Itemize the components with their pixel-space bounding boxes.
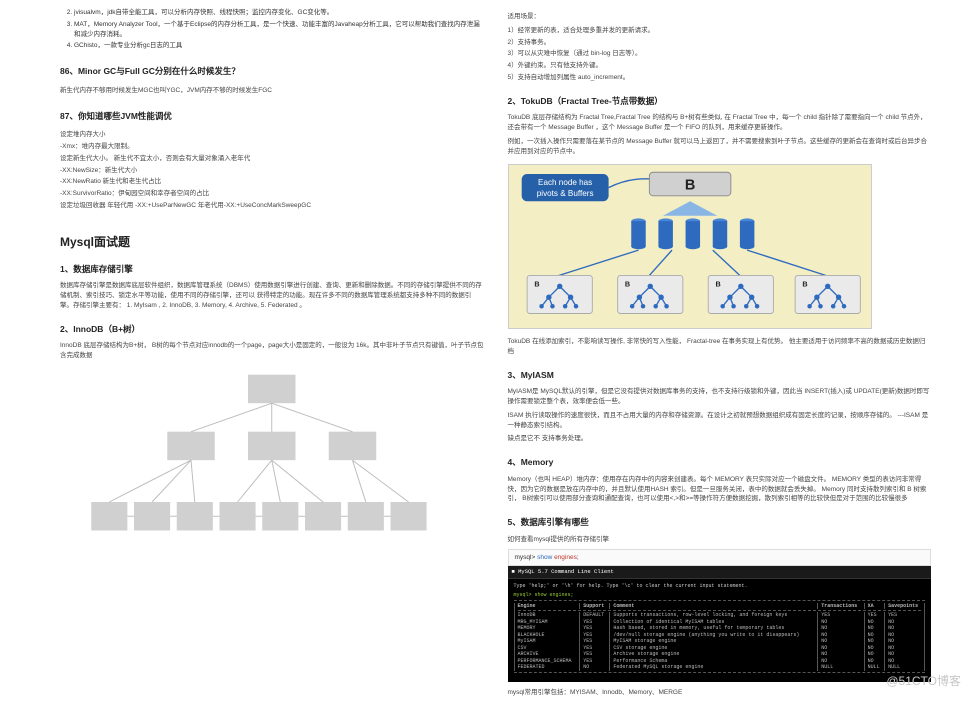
q86-answer: 新生代内存不够用时候发生MGC也叫YGC，JVM内存不够的时候发生FGC [60,86,484,96]
tokudb-title: 2、TokuDB（Fractal Tree-节点带数据） [508,95,932,108]
sc5: 5）支持自动增加列属性 auto_increment。 [508,73,932,83]
tokudb-p2: 例如，一次插入操作只需要落在某节点的 Message Buffer 就可以马上返… [508,137,932,157]
sc2: 2）支持事务。 [508,38,932,48]
s1-title: 1、数据库存储引擎 [60,263,484,276]
sc3: 3）可以从灾难中恢复（通过 bin-log 日志等）。 [508,49,932,59]
myiasm-p1: MyIASM是 MySQL默认的引擎，但是它没有提供对数据库事务的支持，也不支持… [508,387,932,407]
terminal-titlebar: ■ MySQL 5.7 Command Line Client [508,566,932,578]
q86-title: 86、Minor GC与Full GC分别在什么时候发生？ [60,65,484,78]
term-cmd: mysql> show engines; [514,592,926,599]
terminal-output: ■ MySQL 5.7 Command Line Client Type 'he… [508,566,932,681]
page-left: jvisualvm，jdk自带全能工具，可以分析内存快照、线程快照；监控内存变化… [60,8,484,701]
memory-p: Memory（也叫 HEAP）堆内存：使用存在内存中的内容来创建表。每个 MEM… [508,475,932,504]
myiasm-p2: ISAM 执行读取操作的速度很快，而且不占用大量的内存和存储资源。在设计之初就预… [508,411,932,431]
memory-title: 4、Memory [508,456,932,469]
q87-l7: 设定垃圾回收器 年轻代用 -XX:+UseParNewGC 年老代用-XX:+U… [60,201,484,211]
engines-after: mysql常用引擎包括：MYISAM、Innodb、Memory、MERGE [508,688,932,698]
engines-title: 5、数据库引擎有哪些 [508,516,932,529]
q87-title: 87、你知道哪些JVM性能调优 [60,110,484,123]
sc4: 4）外键约束。只有他支持外键。 [508,61,932,71]
q87-l6: -XX:SurvivorRatio：伊甸园空间和幸存者空间的占比 [60,189,484,199]
s2-title: 2、InnoDB（B+树） [60,323,484,336]
s2-para: InnoDB 底层存储结构为B+树， B树的每个节点对应innodb的一个pag… [60,341,484,361]
s1-para: 数据库存储引擎是数据库底层软件组织，数据库管理系统（DBMS）使用数据引擎进行创… [60,281,484,310]
tokudb-p1: TokuDB 底层存储结构为 Fractal Tree,Fractal Tree… [508,113,932,133]
li: MAT，Memory Analyzer Tool，一个基于Eclipse的内存分… [74,20,484,40]
mysql-section-title: Mysql面试题 [60,233,484,251]
q87-l5: -XX:NewRatio 新生代和老生代占比 [60,177,484,187]
innodb-btree-diagram [60,369,484,559]
prompt: mysql> [515,554,536,561]
tool-list: jvisualvm，jdk自带全能工具，可以分析内存快照、线程快照；监控内存变化… [74,8,484,51]
q87-l1: 设定堆内存大小 [60,130,484,140]
bubble-line1: Each node has [538,178,592,187]
cylinder-row [631,219,754,250]
engines-p: 如何查看mysql提供的所有存储引擎 [508,535,932,545]
svg-text:B: B [715,280,720,289]
li: jvisualvm，jdk自带全能工具，可以分析内存快照、线程快照；监控内存变化… [74,8,484,18]
leaf-group: B B [527,276,860,314]
scenarios-h: 适用场景： [508,12,932,22]
myiasm-title: 3、MyIASM [508,369,932,382]
sc1: 1）经常更新的表，适合处理多重并发的更新请求。 [508,26,932,36]
table-row: FEDERATEDNOFederated MySQL storage engin… [514,664,925,671]
svg-text:B: B [624,280,629,289]
bubble-line2: pivots & Buffers [536,189,593,198]
q87-l3: 设定新生代大小。 新生代不宜太小，否则会有大量对象涌入老年代 [60,154,484,164]
q87-l2: -Xmx：堆内存最大限制。 [60,142,484,152]
svg-text:B: B [534,280,539,289]
myiasm-p3: 缺点是它不 支持事务处理。 [508,434,932,444]
watermark: @51CTO博客 [886,672,961,689]
tokudb-after: TokuDB 在线添加索引，不影响读写操作, 非常快的写入性能， Fractal… [508,337,932,357]
page-right: 适用场景： 1）经常更新的表，适合处理多重并发的更新请求。 2）支持事务。 3）… [508,8,932,701]
sql-command: mysql> show engines; [508,549,932,567]
svg-text:B: B [684,178,694,194]
svg-text:B: B [802,280,807,289]
engines-table: EngineSupportCommentTransactionsXASavepo… [514,603,926,671]
li: GChisto，一款专业分析gc日志的工具 [74,41,484,51]
q87-l4: -XX:NewSize：新生代大小 [60,166,484,176]
fractal-tree-diagram: Each node has pivots & Buffers B [508,164,872,329]
